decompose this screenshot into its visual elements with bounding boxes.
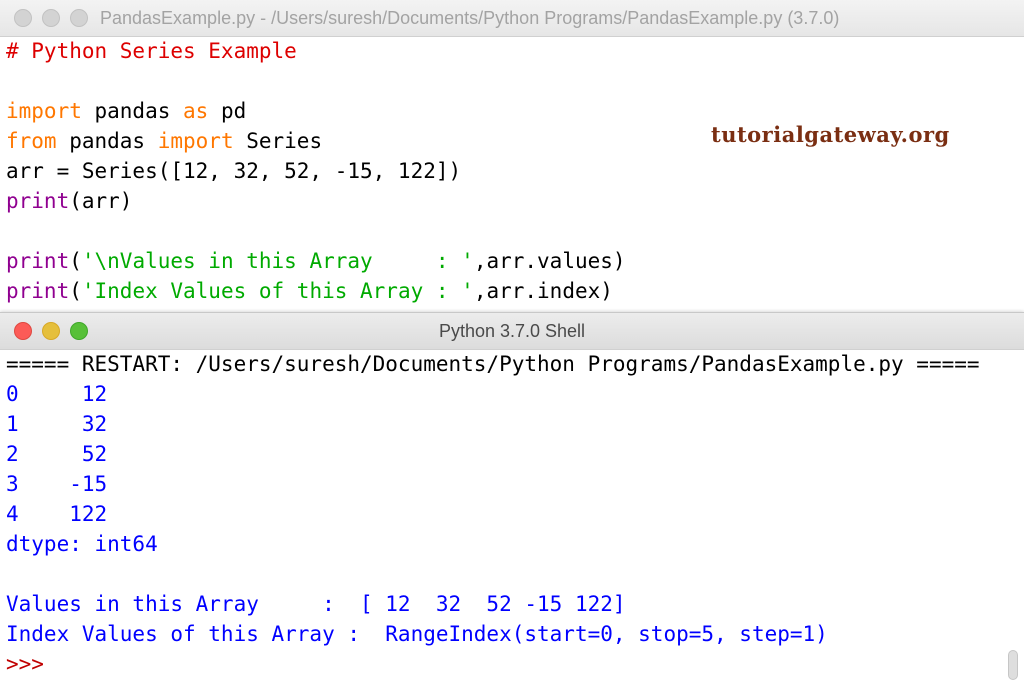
code-token-string: '\nValues in this Array : ' xyxy=(81,249,474,273)
code-token-builtin: print xyxy=(6,249,70,273)
code-line: dtype: int64 xyxy=(6,529,1004,559)
zoom-button[interactable] xyxy=(70,9,88,27)
code-token-default: Series xyxy=(233,129,323,153)
editor-code-area[interactable]: # Python Series Example import pandas as… xyxy=(6,36,1004,306)
code-token-output: 1 32 xyxy=(6,412,108,436)
shell-window: Python 3.7.0 Shell ===== RESTART: /Users… xyxy=(0,312,1024,684)
code-line: 4 122 xyxy=(6,499,1004,529)
code-token-default: pandas xyxy=(56,129,158,153)
code-token-builtin: print xyxy=(6,189,70,213)
shell-output-area[interactable]: ===== RESTART: /Users/suresh/Documents/P… xyxy=(6,349,1004,679)
minimize-button[interactable] xyxy=(42,9,60,27)
code-line: ===== RESTART: /Users/suresh/Documents/P… xyxy=(6,349,1004,379)
code-line: # Python Series Example xyxy=(6,36,1004,66)
code-line: 0 12 xyxy=(6,379,1004,409)
code-token-prompt: >>> xyxy=(6,652,57,676)
code-token-string: 'Index Values of this Array : ' xyxy=(81,279,474,303)
code-token-keyword: from xyxy=(6,129,57,153)
editor-window: PandasExample.py - /Users/suresh/Documen… xyxy=(0,0,1024,318)
vertical-scrollbar[interactable] xyxy=(1008,650,1018,680)
code-line: >>> xyxy=(6,649,1004,679)
code-token-comment: # Python Series Example xyxy=(6,39,297,63)
code-token-output: 3 -15 xyxy=(6,472,108,496)
code-token-output: 2 52 xyxy=(6,442,108,466)
watermark-text: tutorialgateway.org xyxy=(711,122,950,147)
code-token-default: pd xyxy=(208,99,247,123)
code-token-default: ( xyxy=(69,279,82,303)
code-token-default: ( xyxy=(69,249,82,273)
code-token-default: ,arr.index) xyxy=(473,279,613,303)
code-token-output: Index Values of this Array : RangeIndex(… xyxy=(6,622,828,646)
code-token-default: pandas xyxy=(81,99,184,123)
code-token-default: ,arr.values) xyxy=(473,249,626,273)
code-token-output: 4 122 xyxy=(6,502,108,526)
code-token-output: Values in this Array : [ 12 32 52 -15 12… xyxy=(6,592,626,616)
code-line: 3 -15 xyxy=(6,469,1004,499)
code-token-output: dtype: int64 xyxy=(6,532,158,556)
shell-titlebar[interactable]: Python 3.7.0 Shell xyxy=(0,313,1024,350)
editor-window-controls xyxy=(14,9,88,27)
code-line: print('Index Values of this Array : ',ar… xyxy=(6,276,1004,306)
code-token-output: 0 12 xyxy=(6,382,108,406)
code-token-default: (arr) xyxy=(69,189,133,213)
shell-title: Python 3.7.0 Shell xyxy=(438,321,586,341)
code-line: Values in this Array : [ 12 32 52 -15 12… xyxy=(6,589,1004,619)
code-token-default: arr = Series([12, 32, 52, -15, 122]) xyxy=(6,159,462,183)
code-line: arr = Series([12, 32, 52, -15, 122]) xyxy=(6,156,1004,186)
code-line: 1 32 xyxy=(6,409,1004,439)
code-token-builtin: print xyxy=(6,279,70,303)
code-token-keyword: import xyxy=(6,99,82,123)
code-token-keyword: import xyxy=(157,129,234,153)
code-line: print('\nValues in this Array : ',arr.va… xyxy=(6,246,1004,276)
code-line: print(arr) xyxy=(6,186,1004,216)
code-line: 2 52 xyxy=(6,439,1004,469)
editor-title: PandasExample.py - /Users/suresh/Documen… xyxy=(100,8,840,28)
code-token-default: ===== RESTART: /Users/suresh/Documents/P… xyxy=(6,352,980,376)
editor-titlebar[interactable]: PandasExample.py - /Users/suresh/Documen… xyxy=(0,0,1024,37)
code-line: Index Values of this Array : RangeIndex(… xyxy=(6,619,1004,649)
code-token-keyword: as xyxy=(183,99,209,123)
close-button[interactable] xyxy=(14,9,32,27)
